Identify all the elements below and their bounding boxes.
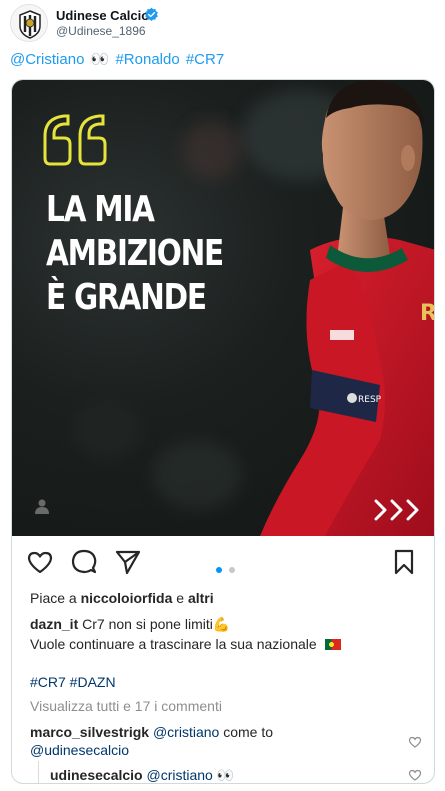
hashtag-cr7[interactable]: #CR7 [186, 51, 224, 68]
likes-user-link[interactable]: niccoloiorfida [81, 590, 173, 606]
headline-line-3: È GRANDE [46, 277, 207, 318]
post-caption: dazn_it Cr7 non si pone limiti💪 Vuole co… [30, 614, 341, 654]
bookmark-save-icon[interactable] [390, 548, 418, 576]
muscle-emoji: 💪 [212, 616, 231, 632]
carousel-indicator [216, 560, 238, 573]
quote-mark-icon [43, 114, 107, 166]
eyes-emoji: 👀 [90, 51, 110, 68]
headline-line-1: LA MIA [46, 189, 155, 230]
view-all-comments-link[interactable]: Visualizza tutti e 17 i commenti [30, 698, 222, 714]
post-image[interactable]: LA MIA AMBIZIONE È GRANDE RESP R [12, 80, 435, 536]
caption-line-1: Cr7 non si pone limiti [82, 616, 213, 632]
comment-1-mention[interactable]: @cristiano [153, 724, 219, 740]
verified-badge-icon [145, 7, 158, 22]
comment-1-like-icon[interactable] [408, 735, 422, 749]
likes-conj: e [176, 590, 185, 606]
author-name[interactable]: Udinese Calcio [56, 8, 149, 23]
player-photo: RESP R [260, 80, 435, 536]
portugal-flag-icon [324, 639, 341, 650]
hashtag-ronaldo[interactable]: #Ronaldo [115, 51, 179, 68]
caption-line-2: Vuole continuare a trascinare la sua naz… [30, 636, 317, 652]
comment-1-text: come to [223, 724, 274, 740]
likes-prefix: Piace a [30, 590, 77, 606]
tweet-header: Udinese Calcio @Udinese_1896 [10, 4, 430, 44]
caption-user-link[interactable]: dazn_it [30, 616, 78, 632]
carousel-dot [229, 567, 236, 573]
reply-thread-line [38, 761, 39, 783]
svg-text:R: R [420, 301, 435, 326]
author-handle[interactable]: @Udinese_1896 [56, 24, 146, 38]
comment-1-mention-2[interactable]: @udinesecalcio [30, 742, 129, 758]
comment-2-mention[interactable]: @cristiano [146, 767, 212, 783]
comment-2-user[interactable]: udinesecalcio [50, 767, 143, 783]
avatar[interactable] [10, 4, 48, 42]
comment-bubble-icon[interactable] [70, 548, 98, 576]
headline-line-2: AMBIZIONE [46, 233, 224, 274]
post-action-bar [12, 536, 434, 588]
comment-1: marco_silvestrigk @cristiano come to @ud… [30, 723, 273, 759]
carousel-next-arrows-icon[interactable] [372, 496, 426, 524]
carousel-dot-active [216, 567, 222, 573]
mention-link[interactable]: @Cristiano [10, 51, 84, 68]
comment-2-like-icon[interactable] [408, 768, 422, 782]
comment-2: udinesecalcio @cristiano 👀 [50, 766, 235, 783]
comment-2-emoji: 👀 [216, 767, 235, 783]
caption-hashtags[interactable]: #CR7 #DAZN [30, 674, 116, 690]
share-send-icon[interactable] [114, 548, 142, 576]
udinese-crest-icon [11, 5, 47, 41]
image-headline: LA MIA AMBIZIONE È GRANDE [46, 188, 224, 320]
instagram-embed-card[interactable]: LA MIA AMBIZIONE È GRANDE RESP R Piace a… [11, 79, 435, 784]
user-tag-icon[interactable] [34, 498, 50, 514]
svg-text:RESP: RESP [358, 395, 382, 405]
tweet-text: @Cristiano 👀 #Ronaldo #CR7 [10, 50, 226, 68]
likes-others-link[interactable]: altri [188, 590, 214, 606]
likes-summary: Piace a niccoloiorfida e altri [30, 590, 214, 606]
comment-1-user[interactable]: marco_silvestrigk [30, 724, 149, 740]
like-heart-icon[interactable] [26, 548, 54, 576]
